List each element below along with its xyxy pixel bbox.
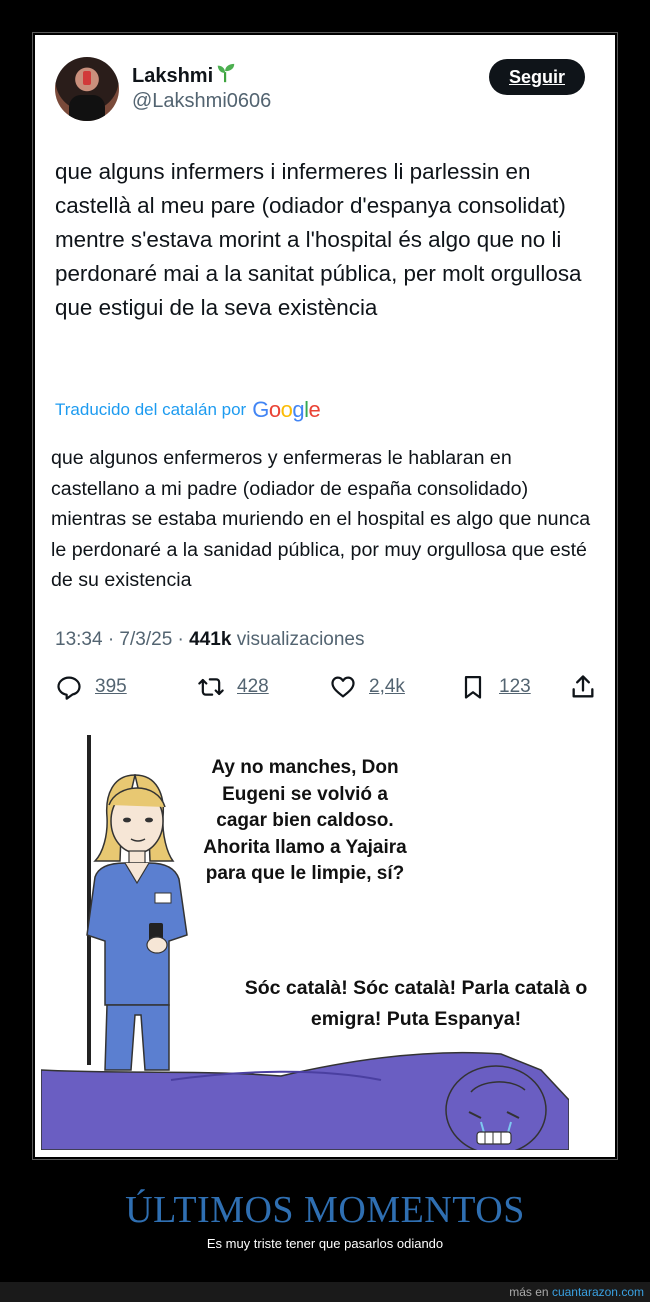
- share-icon: [572, 675, 594, 698]
- post-subtitle: Es muy triste tener que pasarlos odiando: [206, 1236, 444, 1251]
- reply-button[interactable]: 395: [55, 673, 127, 701]
- reply-icon: [57, 676, 81, 700]
- like-count: 2,4k: [369, 676, 405, 697]
- retweet-button[interactable]: 428: [197, 673, 269, 701]
- post-frame: Lakshmi @Lakshmi0606 Seguir que alguns i…: [32, 32, 618, 1160]
- post-caption: ÚLTIMOS MOMENTOS Es muy triste tener que…: [0, 1188, 650, 1251]
- footer-bar: más en cuantarazon.com: [0, 1282, 650, 1302]
- share-button[interactable]: [569, 673, 597, 701]
- nurse-illustration: [86, 774, 188, 1071]
- google-logo: Google: [252, 397, 321, 422]
- bookmark-icon: [464, 675, 482, 699]
- follow-button[interactable]: Seguir: [489, 59, 585, 95]
- translation-attribution[interactable]: Traducido del catalán por Google: [55, 397, 321, 423]
- timestamp[interactable]: 13:34 · 7/3/25 ·: [55, 629, 189, 650]
- action-bar: 395 428 2,4k 123: [53, 673, 603, 709]
- heart-icon: [331, 676, 355, 698]
- translated-text: que algunos enfermeros y enfermeras le h…: [51, 447, 591, 592]
- retweet-icon: [198, 678, 224, 696]
- patient-speech: Sóc català! Sóc català! Parla català o e…: [244, 977, 588, 1030]
- tweet-card: Lakshmi @Lakshmi0606 Seguir que alguns i…: [35, 35, 615, 1157]
- phone-icon: [83, 71, 91, 85]
- reply-count: 395: [95, 676, 127, 697]
- like-button[interactable]: 2,4k: [329, 673, 405, 701]
- bed-illustration: [41, 1051, 569, 1150]
- author-handle[interactable]: @Lakshmi0606: [132, 90, 271, 113]
- views-label: visualizaciones: [231, 629, 365, 650]
- tweet-meta: 13:34 · 7/3/25 · 441k visualizaciones: [55, 629, 365, 651]
- more-prefix: más en: [509, 1285, 552, 1299]
- nurse-speech: Ay no manches, Don Eugeni se volvió a ca…: [203, 757, 407, 884]
- author-name[interactable]: Lakshmi: [132, 62, 237, 88]
- translated-by-label: Traducido del catalán por: [55, 400, 247, 419]
- retweet-count: 428: [237, 676, 269, 697]
- views-count: 441k: [189, 629, 232, 650]
- meme-illustration: Ay no manches, Don Eugeni se volvió a ca…: [35, 735, 615, 1155]
- post-title: ÚLTIMOS MOMENTOS: [125, 1189, 525, 1231]
- site-link[interactable]: cuantarazon.com: [552, 1285, 644, 1299]
- avatar[interactable]: [55, 57, 119, 121]
- bookmark-button[interactable]: 123: [459, 673, 531, 701]
- sprout-icon: [217, 63, 235, 83]
- tweet-text: que alguns infermers i infermeres li par…: [55, 159, 582, 320]
- bookmark-count: 123: [499, 676, 531, 697]
